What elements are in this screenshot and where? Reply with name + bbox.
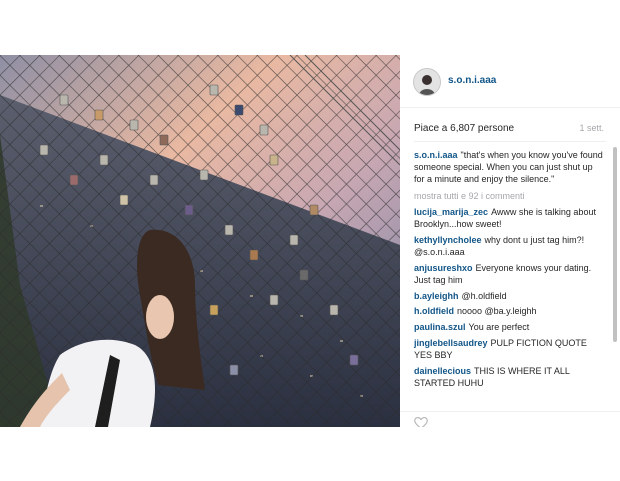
comment-item: lucija_marija_zec Awww she is talking abo… [414,206,604,230]
comment-bar [400,411,620,427]
caption-username[interactable]: s.o.n.i.aaa [414,150,458,160]
comment-item: kethyllyncholee why dont u just tag him?!… [414,234,604,258]
comment-username[interactable]: h.oldfield [414,306,454,316]
post-header: s.o.n.i.aaa [400,55,620,108]
comment-item: paulina.szul You are perfect [414,321,604,333]
comment-item: b.ayleighh @h.oldfield [414,290,604,302]
comment-list: s.o.n.i.aaa "that's when you know you've … [414,149,604,392]
comment-item: dainellecious THIS IS WHERE IT ALL STARTE… [414,365,604,389]
comment-item: h.oldfield noooo @ba.y.leighh [414,305,604,317]
comment-item: jinglebellsaudrey PULP FICTION QUOTE YES … [414,337,604,361]
comment-username[interactable]: jinglebellsaudrey [414,338,488,348]
heart-shape [414,416,428,427]
comment-username[interactable]: anjusureshxo [414,263,473,273]
add-comment-input[interactable] [440,416,590,424]
comment-item: anjusureshxo Everyone knows your dating. … [414,262,604,286]
likes-count[interactable]: Piace a 6,807 persone [414,123,514,134]
comment-text: You are perfect [468,321,530,332]
heart-icon[interactable] [414,416,428,427]
likes-row: Piace a 6,807 persone 1 sett. [414,123,604,137]
comment-text: @h.oldfield [461,290,507,301]
photo-illustration [0,55,400,427]
post-sidebar: s.o.n.i.aaa Piace a 6,807 persone 1 sett… [400,55,620,427]
post-username[interactable]: s.o.n.i.aaa [448,75,496,86]
comments-scrollbar[interactable] [613,147,617,342]
comment-username[interactable]: b.ayleighh [414,291,459,301]
divider [414,141,606,142]
comment-username[interactable]: lucija_marija_zec [414,207,488,217]
comment-username[interactable]: dainellecious [414,366,471,376]
show-all-comments-link[interactable]: mostra tutti e 92 i commenti [414,190,604,202]
caption: s.o.n.i.aaa "that's when you know you've … [414,149,604,186]
comment-username[interactable]: kethyllyncholee [414,235,482,245]
comment-text: noooo @ba.y.leighh [457,306,537,317]
avatar-image [414,69,440,95]
post-photo[interactable] [0,55,400,427]
avatar[interactable] [413,68,441,96]
post-time: 1 sett. [579,123,604,133]
comment-username[interactable]: paulina.szul [414,322,466,332]
